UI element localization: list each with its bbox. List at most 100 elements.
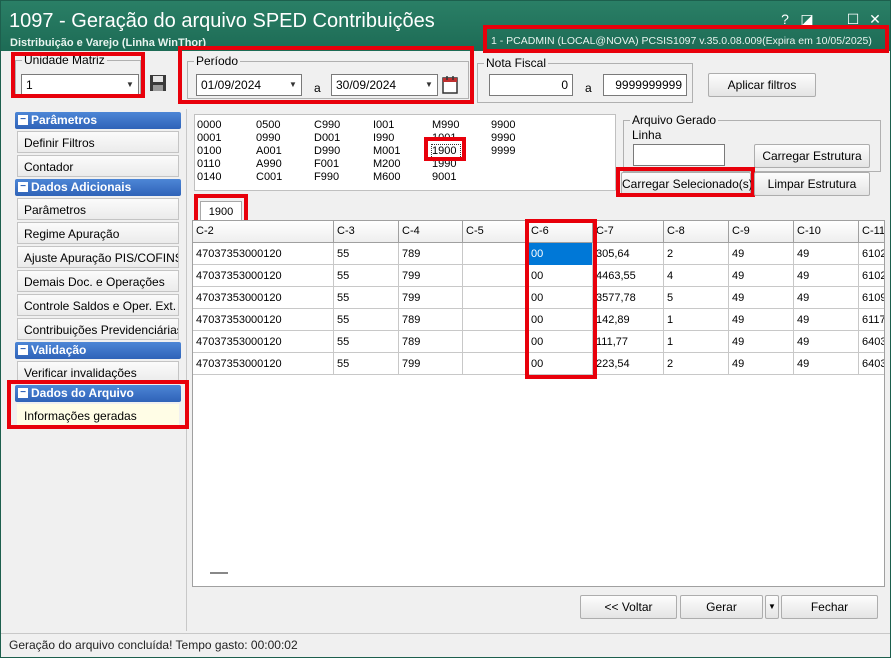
table-row[interactable]: 47037353000120 55 789 00 111,77 1 49 49 … <box>193 331 884 353</box>
table-cell[interactable]: 00 <box>528 309 593 331</box>
table-cell[interactable] <box>463 287 528 309</box>
col-header[interactable]: C-7 <box>593 221 664 243</box>
nav-item-ajuste-apuracao[interactable]: Ajuste Apuração PIS/COFINS <box>17 246 179 268</box>
register-item[interactable]: 0000 <box>197 119 221 132</box>
register-item[interactable]: 0001 <box>197 132 221 145</box>
table-cell[interactable]: 55 <box>334 353 399 375</box>
table-cell[interactable]: 47037353000120 <box>193 309 334 331</box>
table-cell[interactable]: 49 <box>794 265 859 287</box>
nav-item-demais-doc[interactable]: Demais Doc. e Operações <box>17 270 179 292</box>
date-start-field[interactable]: 01/09/2024 ▼ <box>196 74 302 96</box>
table-cell[interactable]: 00 <box>528 353 593 375</box>
table-cell[interactable]: 3577,78 <box>593 287 664 309</box>
table-cell[interactable]: 5 <box>664 287 729 309</box>
data-grid[interactable]: C-2 C-3 C-4 C-5 C-6 C-7 C-8 C-9 C-10 C-1… <box>192 220 885 587</box>
table-cell[interactable]: 6102 <box>859 243 884 265</box>
table-cell[interactable]: 55 <box>334 287 399 309</box>
col-header[interactable]: C-10 <box>794 221 859 243</box>
table-cell[interactable]: 55 <box>334 265 399 287</box>
table-cell[interactable]: 305,64 <box>593 243 664 265</box>
register-item[interactable]: 0990 <box>256 132 282 145</box>
table-cell[interactable]: 2 <box>664 353 729 375</box>
table-cell[interactable]: 49 <box>729 265 794 287</box>
table-cell[interactable]: 49 <box>729 353 794 375</box>
unidade-select[interactable]: 1 ▼ <box>21 74 139 96</box>
register-item[interactable]: 9999 <box>491 145 515 158</box>
date-end-field[interactable]: 30/09/2024 ▼ <box>331 74 438 96</box>
col-header[interactable]: C-5 <box>463 221 528 243</box>
table-cell[interactable] <box>463 243 528 265</box>
register-item[interactable]: F001 <box>314 158 340 171</box>
register-item[interactable]: I001 <box>373 119 401 132</box>
col-header[interactable]: C-2 <box>193 221 334 243</box>
nav-item-regime-apuracao[interactable]: Regime Apuração <box>17 222 179 244</box>
register-item[interactable]: 1990 <box>432 158 460 171</box>
register-item[interactable]: 0100 <box>197 145 221 158</box>
nav-section-dados-arquivo[interactable]: − Dados do Arquivo <box>15 385 181 402</box>
table-cell[interactable]: 6403 <box>859 331 884 353</box>
table-cell[interactable]: 49 <box>729 243 794 265</box>
linha-input[interactable] <box>633 144 725 166</box>
gerar-dropdown-button[interactable]: ▼ <box>765 595 779 619</box>
table-cell[interactable]: 49 <box>794 353 859 375</box>
nav-section-validacao[interactable]: − Validação <box>15 342 181 359</box>
table-cell[interactable]: 789 <box>399 309 463 331</box>
nota-start-input[interactable]: 0 <box>489 74 573 96</box>
table-row[interactable]: 47037353000120 55 789 00 305,64 2 49 49 … <box>193 243 884 265</box>
carregar-estrutura-button[interactable]: Carregar Estrutura <box>754 144 870 168</box>
table-cell[interactable]: 47037353000120 <box>193 243 334 265</box>
col-header[interactable]: C-8 <box>664 221 729 243</box>
col-header[interactable]: C-3 <box>334 221 399 243</box>
register-item[interactable]: M990 <box>432 119 460 132</box>
register-item[interactable]: D001 <box>314 132 340 145</box>
nav-section-dados-adicionais[interactable]: − Dados Adicionais <box>15 179 181 196</box>
table-cell[interactable]: 49 <box>794 309 859 331</box>
gerar-button[interactable]: Gerar <box>680 595 763 619</box>
table-cell[interactable]: 47037353000120 <box>193 331 334 353</box>
table-cell[interactable]: 1 <box>664 309 729 331</box>
register-item[interactable]: C001 <box>256 171 282 184</box>
table-row[interactable]: 47037353000120 55 799 00 223,54 2 49 49 … <box>193 353 884 375</box>
table-cell[interactable]: 789 <box>399 331 463 353</box>
table-cell[interactable]: 49 <box>729 287 794 309</box>
col-header[interactable]: C-6 <box>528 221 593 243</box>
table-cell[interactable]: 6403 <box>859 353 884 375</box>
register-item[interactable]: C990 <box>314 119 340 132</box>
limpar-estrutura-button[interactable]: Limpar Estrutura <box>754 172 870 196</box>
table-cell[interactable]: 6102 <box>859 265 884 287</box>
apply-filters-button[interactable]: Aplicar filtros <box>708 73 816 97</box>
table-row[interactable]: 47037353000120 55 799 00 4463,55 4 49 49… <box>193 265 884 287</box>
nav-item-definir-filtros[interactable]: Definir Filtros <box>17 131 179 153</box>
table-cell[interactable]: 4463,55 <box>593 265 664 287</box>
nav-item-verificar-invalidacoes[interactable]: Verificar invalidações <box>17 361 179 383</box>
table-cell[interactable]: 55 <box>334 309 399 331</box>
table-cell[interactable]: 49 <box>729 331 794 353</box>
table-cell-active[interactable]: 00 <box>528 243 593 265</box>
voltar-button[interactable]: << Voltar <box>580 595 677 619</box>
table-cell[interactable]: 799 <box>399 353 463 375</box>
table-cell[interactable]: 55 <box>334 243 399 265</box>
register-item[interactable]: M600 <box>373 171 401 184</box>
register-item[interactable]: 9900 <box>491 119 515 132</box>
table-cell[interactable]: 49 <box>729 309 794 331</box>
table-cell[interactable] <box>463 353 528 375</box>
table-cell[interactable]: 6109 <box>859 287 884 309</box>
carregar-selecionados-button[interactable]: Carregar Selecionado(s) <box>621 172 753 196</box>
save-icon[interactable] <box>149 74 167 92</box>
register-item[interactable]: 0500 <box>256 119 282 132</box>
table-cell[interactable]: 47037353000120 <box>193 287 334 309</box>
scrollbar-thumb[interactable] <box>210 572 228 574</box>
register-item[interactable]: 0140 <box>197 171 221 184</box>
table-cell[interactable]: 111,77 <box>593 331 664 353</box>
table-row[interactable]: 47037353000120 55 799 00 3577,78 5 49 49… <box>193 287 884 309</box>
col-header[interactable]: C-11 <box>859 221 884 243</box>
table-cell[interactable]: 4 <box>664 265 729 287</box>
nav-item-informacoes-geradas[interactable]: Informações geradas <box>17 404 179 426</box>
table-cell[interactable]: 49 <box>794 331 859 353</box>
nav-item-contador[interactable]: Contador <box>17 155 179 177</box>
table-cell[interactable]: 2 <box>664 243 729 265</box>
table-cell[interactable]: 00 <box>528 287 593 309</box>
col-header[interactable]: C-9 <box>729 221 794 243</box>
calendar-icon[interactable] <box>441 75 459 95</box>
nav-item-controle-saldos[interactable]: Controle Saldos e Oper. Ext. <box>17 294 179 316</box>
